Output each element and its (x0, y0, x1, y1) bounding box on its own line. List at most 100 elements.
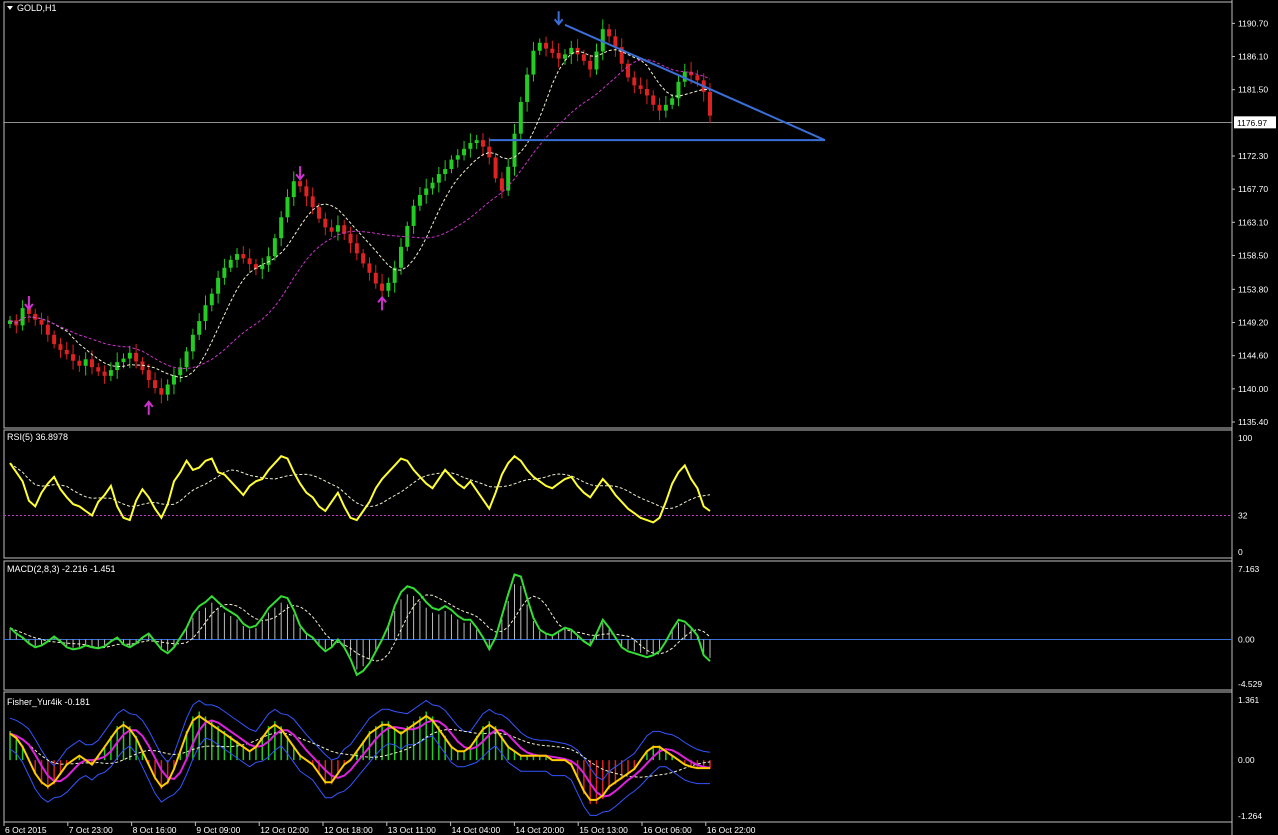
candle[interactable] (235, 247, 240, 268)
candle[interactable] (96, 362, 101, 376)
candle[interactable] (468, 133, 473, 158)
candle[interactable] (499, 172, 504, 199)
candle[interactable] (102, 365, 107, 384)
rsi-pane[interactable] (4, 454, 1232, 524)
candle[interactable] (45, 315, 50, 342)
trendline[interactable] (564, 23, 826, 142)
candle-body (121, 358, 126, 363)
candle[interactable] (455, 149, 460, 168)
candle[interactable] (392, 260, 397, 293)
candle[interactable] (146, 363, 151, 389)
candle[interactable] (462, 140, 467, 161)
candle[interactable] (424, 178, 429, 204)
candle[interactable] (153, 372, 158, 394)
candle[interactable] (619, 38, 624, 71)
candle[interactable] (638, 77, 643, 95)
candle-body (695, 75, 700, 81)
candle[interactable] (165, 379, 170, 401)
candle[interactable] (575, 39, 580, 62)
candle[interactable] (361, 248, 366, 268)
candle[interactable] (487, 137, 492, 165)
candle[interactable] (190, 328, 195, 360)
candle[interactable] (588, 54, 593, 78)
candle[interactable] (8, 316, 12, 329)
price-pane[interactable] (4, 11, 1232, 415)
candle[interactable] (613, 29, 618, 57)
candle[interactable] (676, 75, 681, 107)
candle[interactable] (64, 341, 69, 360)
candle[interactable] (512, 123, 517, 176)
candle[interactable] (386, 277, 391, 297)
candle[interactable] (241, 246, 246, 264)
candle[interactable] (159, 378, 164, 404)
candle[interactable] (411, 199, 416, 234)
candle[interactable] (632, 71, 637, 94)
candle[interactable] (550, 40, 555, 59)
candle[interactable] (83, 352, 88, 376)
candle[interactable] (663, 95, 668, 118)
candle[interactable] (443, 160, 448, 182)
candle[interactable] (493, 153, 498, 183)
candle[interactable] (436, 167, 441, 193)
candle[interactable] (304, 179, 309, 207)
candle[interactable] (417, 187, 422, 211)
candle[interactable] (171, 368, 176, 395)
candle[interactable] (367, 257, 372, 281)
candle[interactable] (253, 258, 258, 276)
candle[interactable] (569, 40, 574, 65)
candle[interactable] (657, 97, 662, 121)
candle[interactable] (373, 264, 378, 289)
candle[interactable] (525, 67, 530, 112)
metatrader-chart[interactable]: 1190.70 1186.10 1181.50 1176.97 1172.30 1167.… (0, 0, 1278, 835)
candle[interactable] (279, 211, 284, 247)
candle[interactable] (39, 312, 44, 335)
candle[interactable] (474, 134, 479, 150)
candle[interactable] (398, 238, 403, 275)
candle[interactable] (260, 257, 265, 279)
candle[interactable] (651, 90, 656, 111)
candle[interactable] (354, 234, 359, 261)
candle[interactable] (644, 79, 649, 105)
candle[interactable] (266, 247, 271, 272)
candle[interactable] (329, 219, 334, 237)
candle[interactable] (228, 255, 233, 273)
candle[interactable] (115, 352, 120, 379)
candle[interactable] (71, 344, 76, 370)
candle[interactable] (607, 23, 612, 43)
macd-pane[interactable] (4, 573, 1232, 677)
candle[interactable] (544, 36, 549, 57)
candle[interactable] (518, 96, 523, 140)
candle[interactable] (323, 212, 328, 236)
candle[interactable] (52, 330, 57, 349)
candle[interactable] (14, 314, 19, 334)
candle[interactable] (197, 313, 202, 341)
candle[interactable] (20, 300, 25, 331)
candle[interactable] (626, 59, 631, 82)
candle[interactable] (556, 43, 561, 68)
candle[interactable] (430, 177, 435, 195)
candle[interactable] (342, 219, 347, 240)
candle[interactable] (480, 133, 485, 157)
candle[interactable] (216, 270, 221, 304)
candle[interactable] (562, 49, 567, 65)
menu-triangle-icon[interactable] (7, 6, 13, 10)
candle[interactable] (247, 248, 252, 273)
candle[interactable] (203, 295, 208, 330)
candle[interactable] (537, 38, 542, 56)
candle[interactable] (291, 171, 296, 206)
fisher-pane[interactable] (9, 699, 711, 816)
candle[interactable] (506, 158, 511, 196)
candle[interactable] (682, 63, 687, 87)
candle[interactable] (594, 43, 599, 75)
candle[interactable] (670, 94, 675, 110)
candle[interactable] (348, 226, 353, 253)
candle[interactable] (178, 358, 183, 383)
candle[interactable] (209, 288, 214, 312)
candle[interactable] (285, 189, 290, 223)
candle[interactable] (531, 41, 536, 82)
candle[interactable] (335, 215, 340, 241)
candle[interactable] (222, 258, 227, 285)
candle[interactable] (449, 155, 454, 174)
candle[interactable] (58, 338, 63, 358)
candle[interactable] (77, 355, 82, 372)
